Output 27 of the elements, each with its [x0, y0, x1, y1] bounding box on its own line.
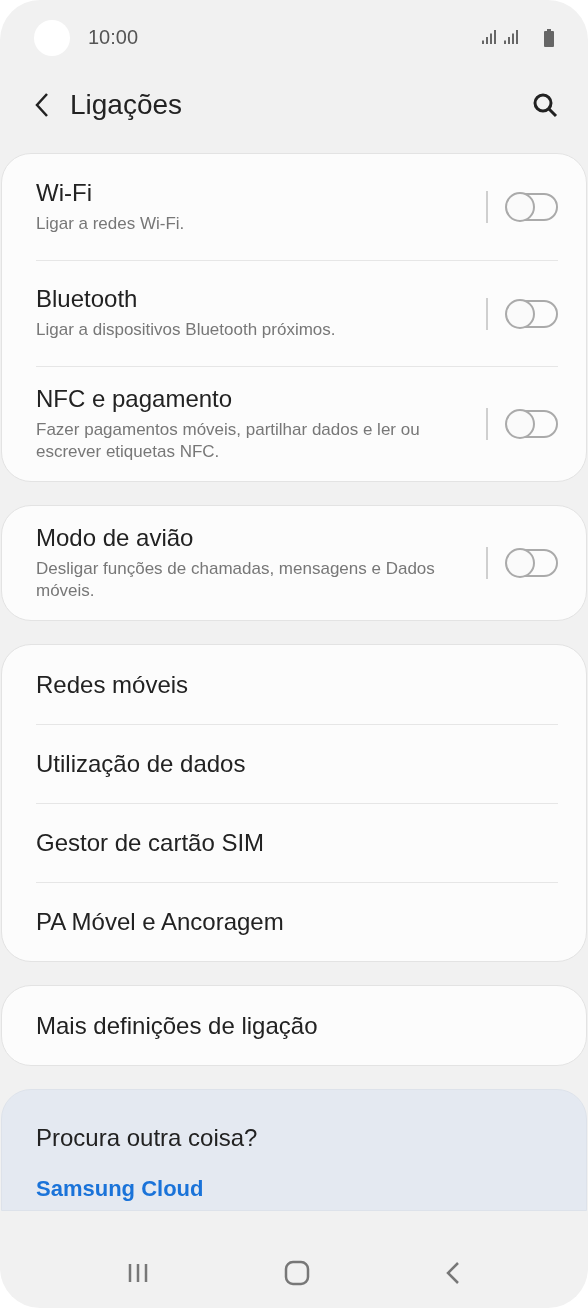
status-time: 10:00 — [88, 26, 140, 49]
setting-description: Fazer pagamentos móveis, partilhar dados e ler ou escrever etiquetas NFC. — [36, 419, 421, 464]
setting-description: Ligar a dispositivos Bluetooth próximos. — [36, 319, 337, 342]
setting-title[interactable]: Wi-Fi — [36, 178, 446, 207]
suggestions-title: Procura outra coisa? — [36, 1124, 259, 1153]
home-button[interactable] — [284, 1260, 310, 1286]
setting-title[interactable]: Bluetooth — [36, 285, 446, 314]
search-button[interactable] — [532, 92, 558, 118]
setting-title[interactable]: PA Móvel e Ancoragem — [36, 908, 518, 937]
setting-title[interactable]: Redes móveis — [36, 670, 518, 699]
setting-title[interactable]: Mais definições de ligação — [36, 1011, 518, 1040]
recent-apps-button[interactable] — [127, 1262, 150, 1284]
setting-title[interactable]: Utilização de dados — [36, 750, 518, 779]
toggle-switch[interactable] — [506, 193, 558, 221]
setting-title[interactable]: Gestor de cartão SIM — [36, 829, 518, 858]
battery-icon — [544, 28, 554, 47]
setting-description: Ligar a redes Wi-Fi. — [36, 212, 186, 235]
toggle-switch[interactable] — [506, 299, 558, 328]
toggle-switch[interactable] — [506, 549, 558, 578]
toggle-switch[interactable] — [506, 410, 558, 439]
suggestion-link[interactable]: Samsung Cloud — [36, 1176, 552, 1203]
setting-description: Desligar funções de chamadas, mensagens e Dados móveis. — [36, 558, 436, 603]
setting-title[interactable]: Modo de avião — [36, 524, 446, 553]
back-button[interactable] — [34, 92, 50, 118]
page-title: Ligações — [70, 89, 184, 121]
back-nav-button[interactable] — [444, 1261, 461, 1285]
setting-title[interactable]: NFC e pagamento — [36, 385, 446, 413]
